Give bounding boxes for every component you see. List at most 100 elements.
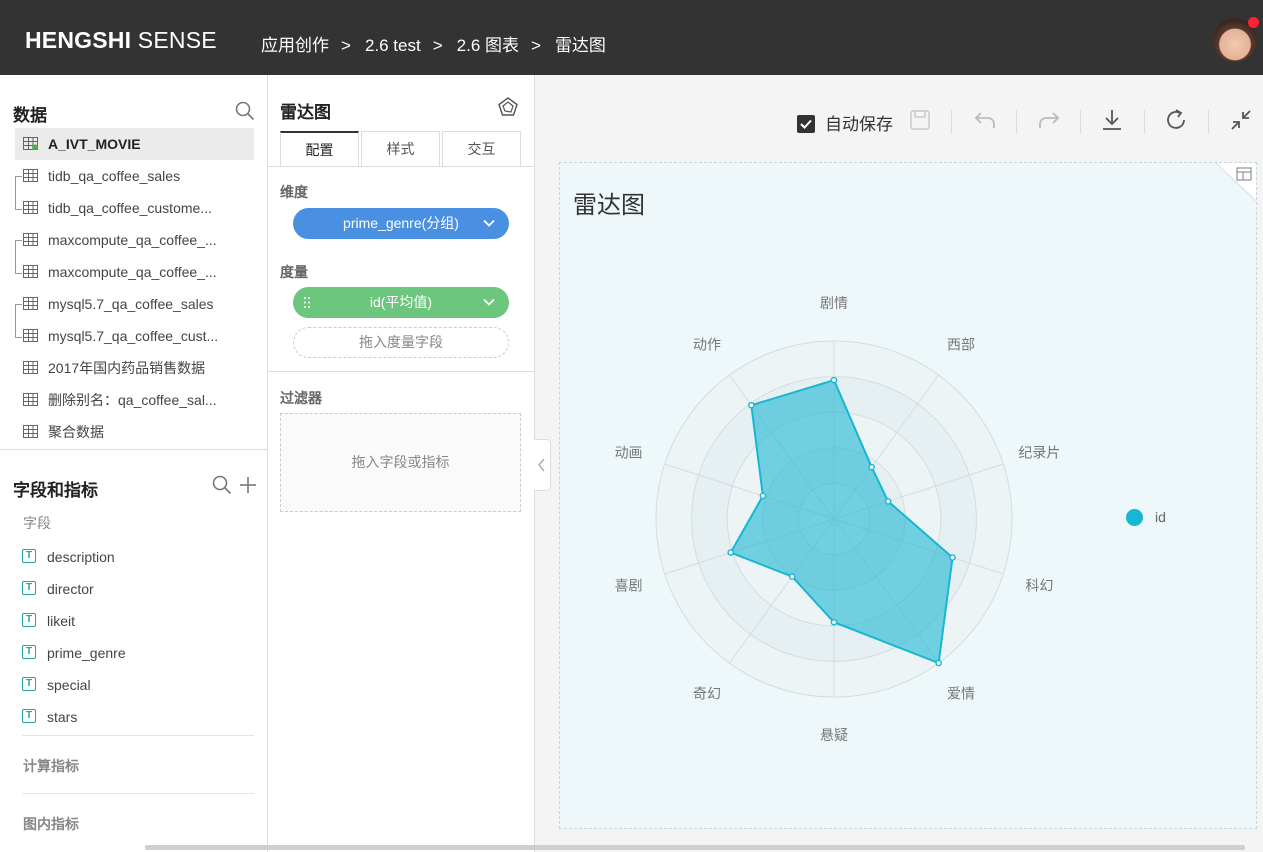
dataset-item[interactable]: 删除别名：qa_coffee_sal... (15, 384, 254, 416)
legend[interactable]: id (1126, 509, 1166, 526)
search-icon[interactable] (212, 475, 232, 495)
divider (268, 166, 534, 167)
radar-point (935, 659, 942, 667)
filter-drop-zone[interactable]: 拖入字段或指标 (280, 413, 521, 512)
dataset-item[interactable]: maxcompute_qa_coffee_... (15, 224, 254, 256)
table-icon (23, 233, 38, 246)
drag-handle-icon[interactable] (303, 296, 311, 309)
measure-field-label: id(平均值) (369, 294, 433, 310)
chevron-left-icon (538, 458, 545, 472)
download-icon[interactable] (1100, 108, 1124, 132)
autosave-label: 自动保存 (825, 115, 893, 134)
text-field-icon: T (22, 645, 36, 659)
calc-metrics-label[interactable]: 计算指标 (23, 756, 79, 776)
dataset-link-bracket (15, 176, 22, 210)
dimension-field-label: prime_genre(分组) (343, 215, 459, 231)
toolbar-separator (1080, 110, 1081, 134)
measure-field-pill[interactable]: id(平均值) (293, 287, 509, 318)
radar-point (830, 618, 838, 626)
chart-type-title: 雷达图 (280, 103, 331, 122)
dataset-item[interactable]: tidb_qa_coffee_custome... (15, 192, 254, 224)
breadcrumb-app[interactable]: 应用创作 (261, 36, 329, 55)
table-icon (23, 297, 38, 310)
radar-chart[interactable]: 剧情西部纪录片科幻爱情悬疑 奇幻 喜剧 动画 动作 (560, 163, 1256, 828)
dataset-item[interactable]: 聚合数据 (15, 416, 254, 448)
refresh-icon[interactable] (1164, 108, 1188, 132)
measure-label: 度量 (280, 264, 308, 280)
radar-axis-label: 西部 (947, 336, 975, 352)
divider (268, 371, 534, 372)
radar-point (759, 492, 767, 500)
breadcrumb: 应用创作 >2.6 test >2.6 图表 > 雷达图 (261, 36, 606, 55)
toolbar-separator (951, 110, 952, 134)
dataset-label: A_IVT_MOVIE (48, 136, 141, 152)
search-icon[interactable] (235, 101, 255, 121)
table-icon (23, 265, 38, 278)
table-icon (23, 329, 38, 342)
radar-axis-label: 悬疑 (820, 727, 848, 743)
autosave-toggle[interactable]: 自动保存 (797, 110, 893, 135)
text-field-icon: T (22, 709, 36, 723)
tab-config[interactable]: 配置 (280, 131, 359, 166)
legend-label: id (1155, 509, 1166, 525)
autosave-checkbox[interactable] (797, 115, 815, 133)
dataset-item[interactable]: A_IVT_MOVIE (15, 128, 254, 160)
breadcrumb-test[interactable]: 2.6 test (365, 36, 421, 55)
collapse-fullscreen-icon[interactable] (1229, 108, 1253, 132)
radar-axis-label: 科幻 (1025, 578, 1053, 594)
measure-drop-zone[interactable]: 拖入度量字段 (293, 327, 509, 358)
table-icon (23, 361, 38, 374)
field-label: stars (47, 709, 78, 725)
field-label: special (47, 677, 91, 693)
add-icon[interactable] (238, 475, 258, 495)
divider (0, 449, 267, 450)
dataset-label: mysql5.7_qa_coffee_sales (48, 296, 214, 312)
text-field-icon: T (22, 581, 36, 595)
radar-axis-label: 剧情 (820, 295, 848, 311)
tab-interaction[interactable]: 交互 (442, 131, 521, 166)
dataset-item[interactable]: maxcompute_qa_coffee_... (15, 256, 254, 288)
breadcrumb-dashboard[interactable]: 2.6 图表 (457, 36, 519, 55)
chevron-down-icon[interactable] (483, 217, 495, 229)
inchart-metrics-label[interactable]: 图内指标 (23, 814, 79, 834)
user-avatar[interactable] (1213, 17, 1259, 62)
radar-axis-label: 动画 (615, 444, 643, 460)
dataset-link-bracket (15, 240, 22, 274)
horizontal-scrollbar[interactable] (145, 845, 1245, 850)
filter-label: 过滤器 (280, 390, 322, 406)
radar-point (868, 463, 875, 471)
dimension-field-pill[interactable]: prime_genre(分组) (293, 208, 509, 239)
radar-axis-label: 纪录片 (1018, 444, 1060, 460)
redo-icon[interactable] (1037, 108, 1061, 132)
table-icon (23, 137, 38, 150)
collapse-panel-handle[interactable] (534, 439, 551, 491)
app-logo[interactable]: HENGSHI SENSE (25, 27, 217, 54)
chevron-down-icon[interactable] (483, 296, 495, 308)
data-panel: 数据 A_IVT_MOVIE tidb_qa_coffee_sales tidb_q… (0, 75, 268, 852)
chart-card[interactable]: 雷达图 剧情 西部 纪录片 科幻 爱情 悬疑 奇幻 喜剧 动画 动作 id (559, 162, 1257, 829)
divider (22, 793, 254, 794)
radar-point (748, 401, 755, 409)
radar-point (830, 376, 838, 384)
dataset-item[interactable]: 2017年国内药品销售数据 (15, 352, 254, 384)
check-icon (800, 119, 812, 129)
data-section-title: 数据 (13, 106, 47, 125)
dataset-label: maxcompute_qa_coffee_... (48, 264, 217, 280)
dataset-item[interactable]: mysql5.7_qa_coffee_cust... (15, 320, 254, 352)
dataset-item[interactable]: mysql5.7_qa_coffee_sales (15, 288, 254, 320)
dataset-label: tidb_qa_coffee_custome... (48, 200, 212, 216)
table-icon (23, 393, 38, 406)
dataset-label: 2017年国内药品销售数据 (48, 360, 206, 376)
toolbar-separator (1144, 110, 1145, 134)
toolbar-separator (1208, 110, 1209, 134)
undo-icon[interactable] (973, 108, 997, 132)
field-label: director (47, 581, 94, 597)
dataset-item[interactable]: tidb_qa_coffee_sales (15, 160, 254, 192)
save-icon[interactable] (908, 108, 932, 132)
radar-axis-label: 奇幻 (693, 686, 721, 702)
table-icon (23, 425, 38, 438)
radar-chart-icon[interactable] (497, 96, 519, 118)
fields-section-title: 字段和指标 (13, 481, 98, 500)
tab-style[interactable]: 样式 (361, 131, 440, 166)
text-field-icon: T (22, 677, 36, 691)
